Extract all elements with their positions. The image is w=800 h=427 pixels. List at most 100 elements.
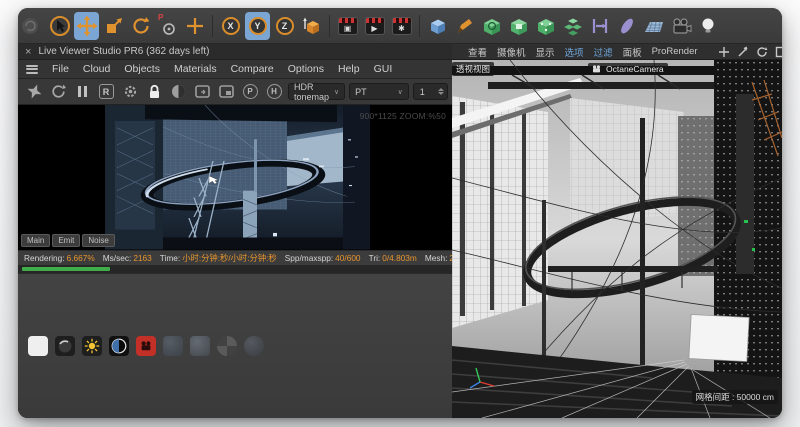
reset-button[interactable]: R bbox=[96, 82, 116, 102]
vp-menu-display[interactable]: 显示 bbox=[536, 45, 555, 59]
viewport-nav-icons bbox=[718, 46, 782, 58]
viewport-scene[interactable] bbox=[452, 60, 782, 418]
vp-menu-cameras[interactable]: 摄像机 bbox=[497, 45, 526, 59]
tab-noise[interactable]: Noise bbox=[82, 234, 114, 247]
camera-hud-icon bbox=[592, 65, 602, 73]
octane-live-viewer-panel: × Live Viewer Studio PR6 (362 days left)… bbox=[18, 44, 452, 418]
restart-render-icon[interactable] bbox=[48, 82, 68, 102]
vp-menu-view[interactable]: 查看 bbox=[468, 45, 487, 59]
camera-object-icon[interactable] bbox=[668, 12, 693, 40]
tab-main[interactable]: Main bbox=[21, 234, 50, 247]
clay-mode-icon[interactable] bbox=[168, 82, 188, 102]
menu-compare[interactable]: Compare bbox=[231, 63, 274, 75]
view-name-label[interactable]: 透视视图 bbox=[452, 62, 494, 76]
status-spp: Spp/maxspp:40/600 bbox=[285, 253, 361, 263]
vp-menu-filter[interactable]: 过滤 bbox=[594, 45, 613, 59]
render-start-icon[interactable] bbox=[24, 82, 44, 102]
scatter-object-icon[interactable] bbox=[244, 336, 264, 356]
camera-hud-label[interactable]: OctaneCamera bbox=[588, 63, 668, 75]
pick-object-icon[interactable]: H bbox=[264, 82, 284, 102]
rotate-tool-icon[interactable] bbox=[128, 12, 153, 40]
samples-stepper[interactable]: 1 bbox=[413, 83, 448, 100]
light-object-icon[interactable] bbox=[695, 12, 720, 40]
status-mesh: Mesh:268 bbox=[425, 253, 452, 263]
viewport-dolly-icon[interactable] bbox=[737, 46, 749, 58]
coordinate-system-icon[interactable] bbox=[299, 12, 324, 40]
octane-materials-toolbar bbox=[18, 273, 452, 419]
pick-object-label: H bbox=[267, 84, 282, 99]
spline-arrange-icon[interactable] bbox=[587, 12, 612, 40]
checker-sphere-icon[interactable] bbox=[217, 336, 237, 356]
render-region-icon[interactable] bbox=[216, 82, 236, 102]
render-pass-tabs: Main Emit Noise bbox=[21, 234, 115, 247]
snap-tool-icon[interactable]: P bbox=[155, 12, 180, 40]
stepper-arrows-icon[interactable] bbox=[438, 88, 444, 95]
glossy-material-icon[interactable] bbox=[55, 336, 75, 356]
menu-gui[interactable]: GUI bbox=[374, 63, 393, 75]
array-generator-icon[interactable] bbox=[533, 12, 558, 40]
pick-material-icon[interactable]: P bbox=[240, 82, 260, 102]
subdivision-surface-icon[interactable] bbox=[479, 12, 504, 40]
floor-object-icon[interactable] bbox=[641, 12, 666, 40]
menu-help[interactable]: Help bbox=[338, 63, 360, 75]
spline-leaf-icon[interactable] bbox=[614, 12, 639, 40]
live-viewer-toolbar: R bbox=[18, 79, 452, 105]
window-content: × Live Viewer Studio PR6 (362 days left)… bbox=[18, 44, 782, 418]
x-axis-label: X bbox=[227, 21, 233, 31]
move-tool-icon[interactable] bbox=[74, 12, 99, 40]
render-resolution-info: 900*1125 ZOOM:%50 bbox=[360, 111, 446, 121]
extrude-generator-icon[interactable] bbox=[506, 12, 531, 40]
menu-cloud[interactable]: Cloud bbox=[83, 63, 110, 75]
history-icon[interactable] bbox=[20, 12, 45, 40]
render-progress-fill bbox=[22, 267, 110, 271]
close-icon[interactable]: × bbox=[25, 47, 31, 57]
texture-environment-icon[interactable] bbox=[163, 336, 183, 356]
render-picture-viewer-icon[interactable]: ▶ bbox=[362, 12, 387, 40]
y-axis-lock-icon[interactable]: Y bbox=[245, 12, 270, 40]
live-selection-tool-icon[interactable] bbox=[47, 12, 72, 40]
add-cube-icon[interactable] bbox=[425, 12, 450, 40]
vp-menu-options[interactable]: 选项 bbox=[565, 45, 584, 59]
render-progress-bar bbox=[18, 265, 452, 273]
pause-render-icon[interactable] bbox=[72, 82, 92, 102]
status-tri: Tri:0/4.803m bbox=[369, 253, 417, 263]
menu-file[interactable]: File bbox=[52, 63, 69, 75]
diffuse-material-icon[interactable] bbox=[28, 336, 48, 356]
menu-objects[interactable]: Objects bbox=[124, 63, 160, 75]
z-axis-lock-icon[interactable]: Z bbox=[272, 12, 297, 40]
cinema4d-window: P X Y Z ▣ ▶ bbox=[18, 8, 782, 418]
settings-gear-icon[interactable] bbox=[120, 82, 140, 102]
viewport-maximize-icon[interactable] bbox=[775, 46, 782, 58]
x-axis-lock-icon[interactable]: X bbox=[218, 12, 243, 40]
cloner-generator-icon[interactable] bbox=[560, 12, 585, 40]
viewport-pan-icon[interactable] bbox=[718, 46, 730, 58]
vp-menu-prorender[interactable]: ProRender bbox=[652, 46, 698, 57]
render-status-bar: Rendering:6.667% Ms/sec:2163 Time:小时:分钟:… bbox=[18, 250, 452, 265]
scale-tool-icon[interactable] bbox=[101, 12, 126, 40]
hdri-environment-icon[interactable] bbox=[190, 336, 210, 356]
tonemap-dropdown[interactable]: HDR tonemap ∨ bbox=[288, 83, 345, 100]
menu-options[interactable]: Options bbox=[288, 63, 324, 75]
mix-material-icon[interactable] bbox=[109, 336, 129, 356]
render-settings-icon[interactable]: ✱ bbox=[389, 12, 414, 40]
viewport-rotate-icon[interactable] bbox=[756, 46, 768, 58]
axis-modeling-tool-icon[interactable] bbox=[182, 12, 207, 40]
pen-tool-icon[interactable] bbox=[452, 12, 477, 40]
menu-burger-icon[interactable] bbox=[26, 65, 38, 74]
kernel-dropdown[interactable]: PT ∨ bbox=[349, 83, 409, 100]
tonemap-value: HDR tonemap bbox=[294, 82, 329, 102]
render-image[interactable] bbox=[105, 105, 370, 250]
menu-materials[interactable]: Materials bbox=[174, 63, 217, 75]
tab-emit[interactable]: Emit bbox=[52, 234, 80, 247]
vp-menu-panel[interactable]: 面板 bbox=[623, 45, 642, 59]
status-time: Time:小时:分钟:秒/小时:分钟:秒 bbox=[160, 252, 277, 264]
render-view-icon[interactable]: ▣ bbox=[335, 12, 360, 40]
viewport-menubar: 查看 摄像机 显示 选项 过滤 面板 ProRender bbox=[452, 44, 782, 60]
render-view[interactable]: 900*1125 ZOOM:%50 Main Emit Noise bbox=[18, 105, 452, 250]
emission-material-icon[interactable] bbox=[82, 336, 102, 356]
octane-camera-tag-icon[interactable] bbox=[136, 336, 156, 356]
live-viewer-titlebar: × Live Viewer Studio PR6 (362 days left) bbox=[18, 44, 452, 60]
lock-resolution-icon[interactable] bbox=[144, 82, 164, 102]
picture-in-picture-icon[interactable] bbox=[192, 82, 212, 102]
viewport-panel: 查看 摄像机 显示 选项 过滤 面板 ProRender bbox=[452, 44, 782, 418]
